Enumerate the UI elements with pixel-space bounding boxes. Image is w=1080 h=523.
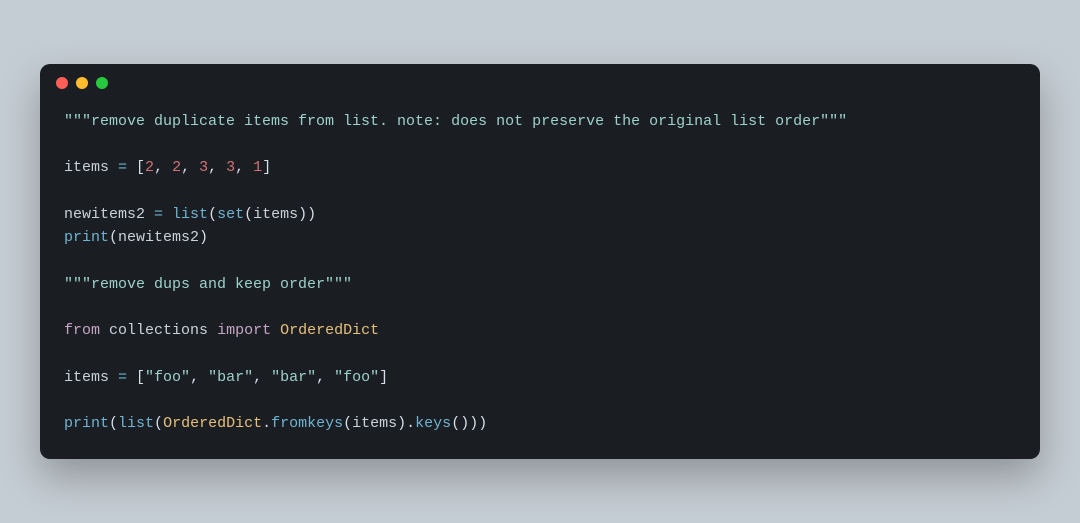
code-token: = <box>118 159 127 176</box>
code-token: ). <box>397 415 415 432</box>
window-titlebar <box>40 64 1040 102</box>
code-token: ( <box>208 206 217 223</box>
code-token: fromkeys <box>271 415 343 432</box>
code-line <box>64 296 1016 319</box>
code-line: newitems2 = list(set(items)) <box>64 203 1016 226</box>
code-token: collections <box>109 322 208 339</box>
code-token: = <box>154 206 163 223</box>
code-token <box>163 206 172 223</box>
code-token: newitems2 <box>64 206 154 223</box>
code-token: . <box>262 415 271 432</box>
code-token: 1 <box>253 159 262 176</box>
code-token: 3 <box>226 159 235 176</box>
code-token: items <box>64 159 118 176</box>
code-token: ( <box>244 206 253 223</box>
code-token: """remove duplicate items from list. not… <box>64 113 847 130</box>
code-token: , <box>181 159 199 176</box>
code-token: 2 <box>145 159 154 176</box>
code-token: "bar" <box>271 369 316 386</box>
code-token: ( <box>154 415 163 432</box>
code-token: items <box>253 206 298 223</box>
code-token: "bar" <box>208 369 253 386</box>
code-token: """remove dups and keep order""" <box>64 276 352 293</box>
code-token: [ <box>127 369 145 386</box>
code-window: """remove duplicate items from list. not… <box>40 64 1040 460</box>
code-line: """remove dups and keep order""" <box>64 273 1016 296</box>
code-token <box>271 322 280 339</box>
code-token: list <box>118 415 154 432</box>
code-token: list <box>172 206 208 223</box>
code-token: 3 <box>199 159 208 176</box>
code-token: , <box>208 159 226 176</box>
code-token: "foo" <box>145 369 190 386</box>
code-token: set <box>217 206 244 223</box>
code-token: "foo" <box>334 369 379 386</box>
code-token: ( <box>109 229 118 246</box>
code-line: """remove duplicate items from list. not… <box>64 110 1016 133</box>
code-token: )) <box>298 206 316 223</box>
code-token: , <box>316 369 334 386</box>
code-token: OrderedDict <box>163 415 262 432</box>
code-token: items <box>64 369 118 386</box>
code-token: , <box>190 369 208 386</box>
code-token: keys <box>415 415 451 432</box>
code-line: from collections import OrderedDict <box>64 319 1016 342</box>
code-token: ())) <box>451 415 487 432</box>
code-token: , <box>154 159 172 176</box>
close-icon[interactable] <box>56 77 68 89</box>
code-token: ] <box>379 369 388 386</box>
code-token: ( <box>343 415 352 432</box>
code-token <box>208 322 217 339</box>
minimize-icon[interactable] <box>76 77 88 89</box>
code-editor[interactable]: """remove duplicate items from list. not… <box>40 102 1040 460</box>
code-token: OrderedDict <box>280 322 379 339</box>
code-line: items = ["foo", "bar", "bar", "foo"] <box>64 366 1016 389</box>
code-token: newitems2 <box>118 229 199 246</box>
code-token: = <box>118 369 127 386</box>
zoom-icon[interactable] <box>96 77 108 89</box>
code-line <box>64 249 1016 272</box>
code-token: , <box>253 369 271 386</box>
code-line: print(list(OrderedDict.fromkeys(items).k… <box>64 412 1016 435</box>
code-line: print(newitems2) <box>64 226 1016 249</box>
code-line: items = [2, 2, 3, 3, 1] <box>64 156 1016 179</box>
code-token: , <box>235 159 253 176</box>
code-token: [ <box>127 159 145 176</box>
code-token <box>100 322 109 339</box>
code-token: ) <box>199 229 208 246</box>
code-token: 2 <box>172 159 181 176</box>
code-line <box>64 342 1016 365</box>
code-token: ( <box>109 415 118 432</box>
code-token: from <box>64 322 100 339</box>
code-line <box>64 133 1016 156</box>
code-token: print <box>64 229 109 246</box>
code-token: ] <box>262 159 271 176</box>
code-token: print <box>64 415 109 432</box>
code-token: items <box>352 415 397 432</box>
code-line <box>64 389 1016 412</box>
code-line <box>64 180 1016 203</box>
code-token: import <box>217 322 271 339</box>
